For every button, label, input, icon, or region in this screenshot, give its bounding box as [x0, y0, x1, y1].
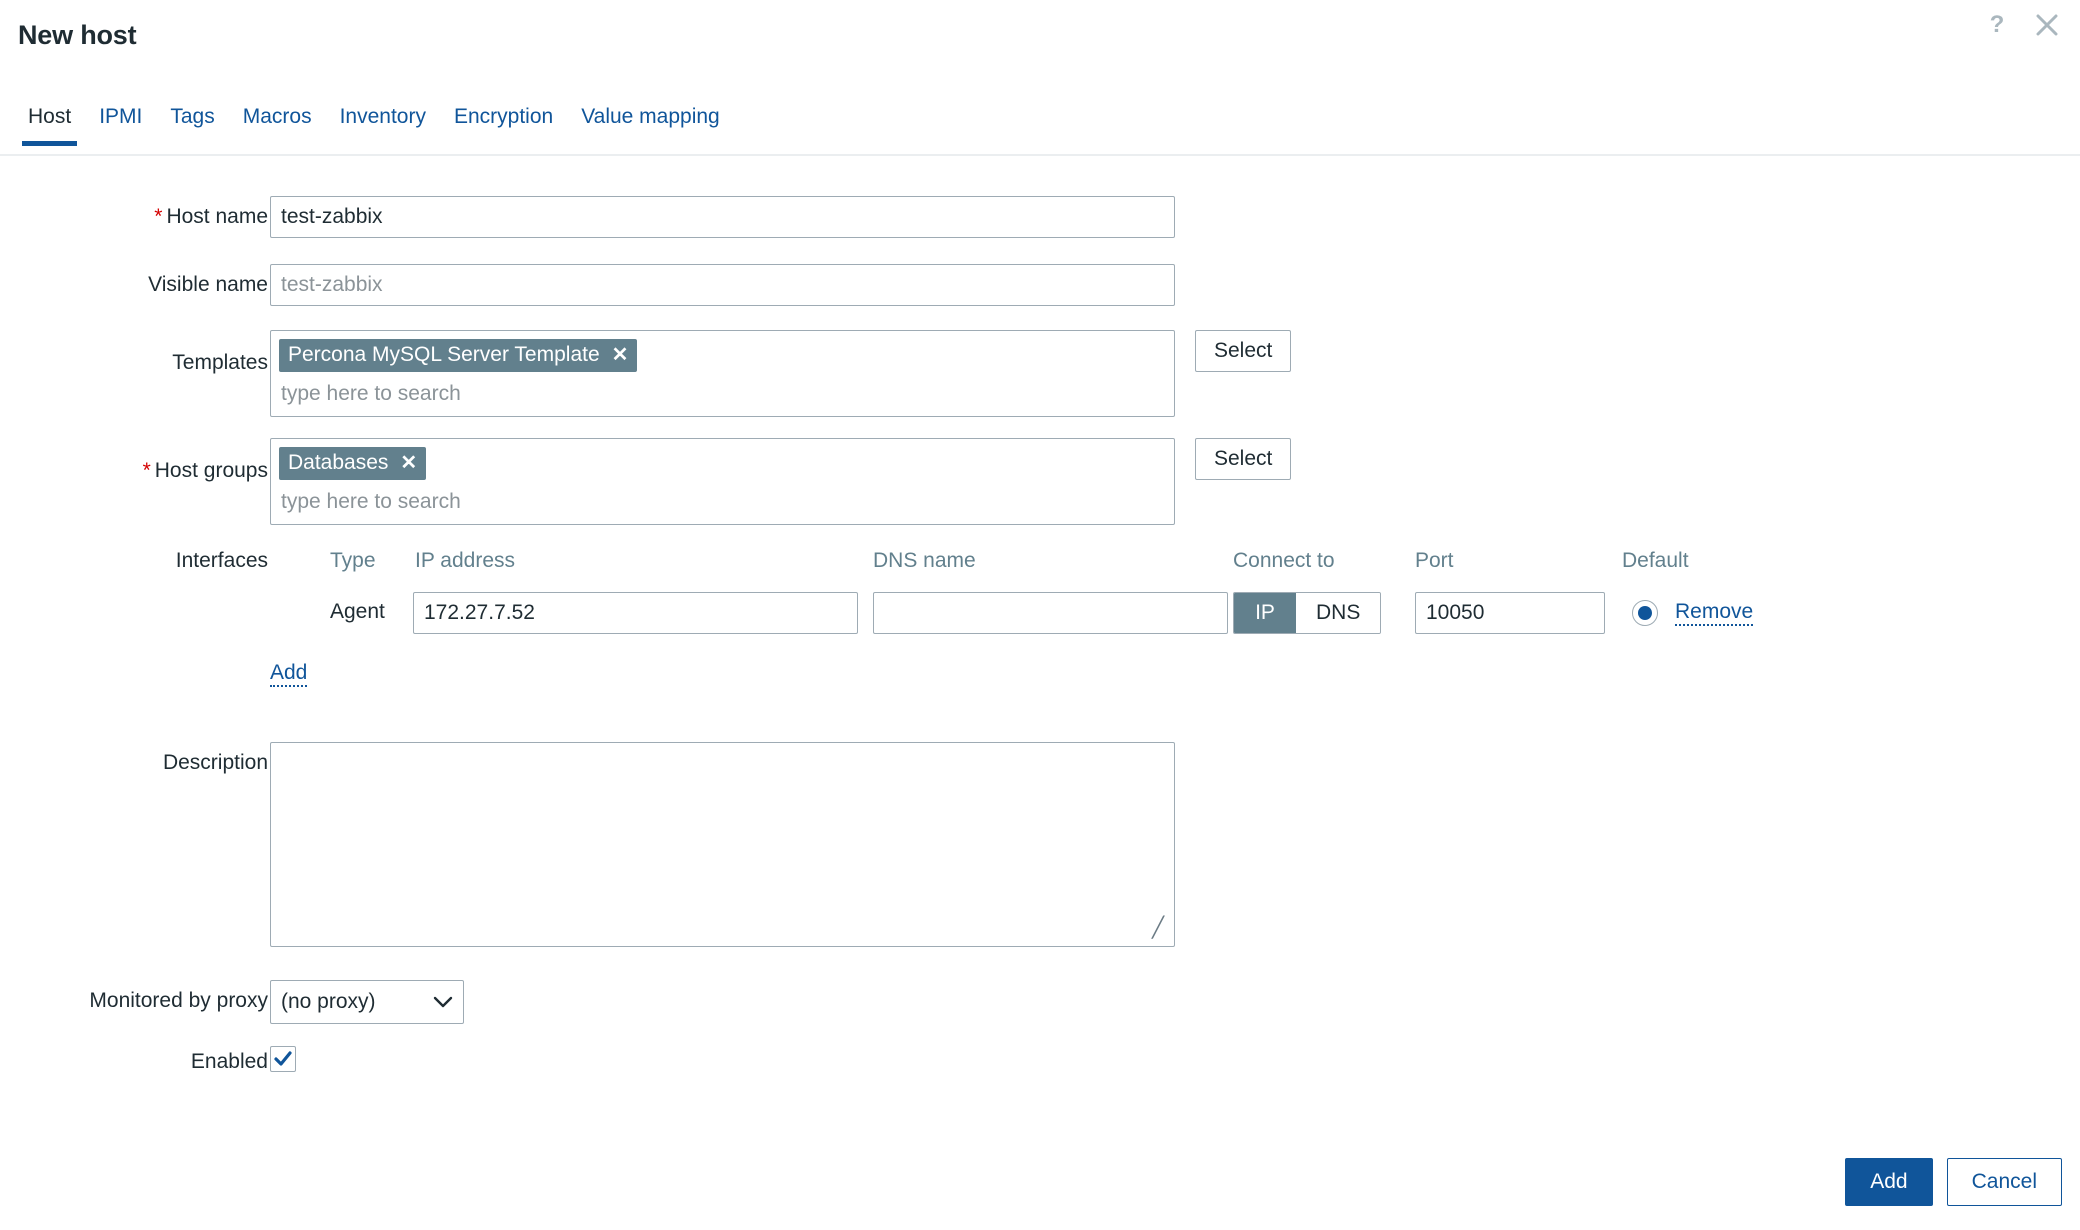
template-chip-remove-icon[interactable]: ✕ — [612, 345, 629, 365]
templates-search-input[interactable] — [279, 372, 1166, 410]
host-group-chip-label: Databases — [288, 451, 389, 474]
dialog-tabs: Host IPMI Tags Macros Inventory Encrypti… — [0, 104, 2080, 156]
template-chip-label: Percona MySQL Server Template — [288, 343, 600, 366]
interface-dns-name-input[interactable] — [873, 592, 1228, 634]
add-button[interactable]: Add — [1845, 1158, 1933, 1206]
interfaces-col-type: Type — [330, 549, 376, 572]
connect-to-option-dns[interactable]: DNS — [1296, 593, 1381, 633]
dialog-header: New host ? — [0, 0, 2080, 74]
tab-macros[interactable]: Macros — [229, 104, 326, 144]
host-name-label: * Host name — [154, 205, 268, 228]
interface-remove-link[interactable]: Remove — [1675, 600, 1754, 626]
enabled-label: Enabled — [190, 1050, 268, 1073]
monitored-by-proxy-value: (no proxy) — [281, 990, 376, 1013]
svg-text:?: ? — [1990, 12, 2005, 38]
required-marker: * — [142, 459, 151, 482]
interfaces-col-connect-to: Connect to — [1233, 549, 1335, 572]
visible-name-input[interactable] — [270, 264, 1175, 306]
host-group-chip-remove-icon[interactable]: ✕ — [400, 453, 417, 473]
tab-tags[interactable]: Tags — [156, 104, 228, 144]
interfaces-col-port: Port — [1415, 549, 1454, 572]
templates-label: Templates — [172, 351, 268, 374]
question-mark-icon[interactable]: ? — [1982, 10, 2012, 40]
host-groups-label: * Host groups — [142, 459, 268, 482]
template-chip[interactable]: Percona MySQL Server Template ✕ — [279, 339, 638, 372]
close-icon[interactable] — [2032, 10, 2062, 40]
connect-to-option-ip[interactable]: IP — [1234, 593, 1296, 633]
monitored-by-proxy-select[interactable]: (no proxy) — [270, 980, 464, 1024]
interfaces-label: Interfaces — [175, 549, 268, 572]
host-name-input[interactable] — [270, 196, 1175, 238]
tab-inventory[interactable]: Inventory — [326, 104, 440, 144]
monitored-by-proxy-label: Monitored by proxy — [89, 989, 268, 1012]
visible-name-label: Visible name — [148, 273, 268, 296]
interface-connect-to-toggle[interactable]: IP DNS — [1233, 592, 1382, 634]
interfaces-col-default: Default — [1622, 549, 1689, 572]
templates-multiselect[interactable]: Percona MySQL Server Template ✕ — [270, 330, 1175, 417]
cancel-button[interactable]: Cancel — [1946, 1158, 2062, 1206]
required-marker: * — [154, 205, 163, 228]
dialog-header-controls: ? — [1982, 10, 2062, 40]
interface-add-link[interactable]: Add — [270, 661, 308, 687]
tab-ipmi[interactable]: IPMI — [85, 104, 156, 144]
interface-port-input[interactable] — [1415, 592, 1605, 634]
description-textarea[interactable] — [270, 742, 1175, 947]
host-groups-search-input[interactable] — [279, 480, 1166, 518]
host-group-chip[interactable]: Databases ✕ — [279, 447, 427, 480]
interface-default-radio[interactable] — [1632, 600, 1658, 626]
tab-encryption[interactable]: Encryption — [440, 104, 567, 144]
dialog-footer: Add Cancel — [1845, 1158, 2062, 1206]
description-label: Description — [162, 751, 268, 774]
tab-host[interactable]: Host — [14, 104, 85, 146]
enabled-checkbox[interactable] — [270, 1046, 296, 1072]
tab-value-mapping[interactable]: Value mapping — [567, 104, 734, 144]
new-host-dialog: New host ? Host IPMI Tags Macros Invento… — [0, 0, 2080, 1230]
interfaces-col-ip-address: IP address — [415, 549, 516, 572]
templates-select-button[interactable]: Select — [1195, 330, 1292, 372]
interface-ip-address-input[interactable] — [413, 592, 858, 634]
page-title: New host — [18, 20, 137, 50]
interfaces-col-dns-name: DNS name — [873, 549, 976, 572]
host-groups-select-button[interactable]: Select — [1195, 438, 1292, 480]
host-groups-multiselect[interactable]: Databases ✕ — [270, 438, 1175, 525]
interface-type-label: Agent — [330, 600, 385, 623]
chevron-down-icon — [433, 995, 453, 1009]
